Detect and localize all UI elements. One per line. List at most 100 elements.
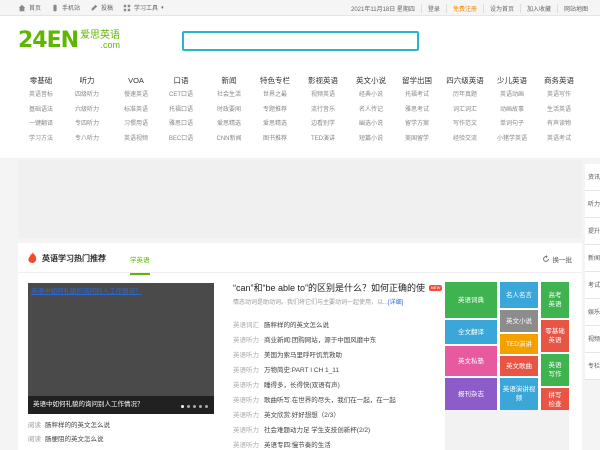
nav-link[interactable]: 美国留学 bbox=[394, 132, 440, 147]
hero-slider[interactable]: 英语中如何礼貌的询问别人工作情况？ 英语中如何礼貌的询问别人工作情况？ bbox=[28, 283, 214, 414]
side-float-item[interactable]: 考试 bbox=[585, 272, 600, 299]
list-item-title[interactable]: 英文欣赏:好好想想（2/3） bbox=[264, 412, 340, 419]
nav-link[interactable]: 世界之最 bbox=[252, 88, 298, 103]
slider-dot[interactable] bbox=[187, 405, 190, 408]
side-float-item[interactable]: 提升 bbox=[585, 218, 600, 245]
hero-image-alt[interactable]: 英语中如何礼貌的询问别人工作情况？ bbox=[31, 285, 211, 295]
nav-link[interactable]: 标准英语 bbox=[113, 103, 159, 118]
nav-link[interactable]: 生活英语 bbox=[536, 103, 582, 118]
nav-link[interactable]: 短篇小说 bbox=[348, 132, 394, 147]
tool-tile[interactable]: 报刊杂志 bbox=[445, 378, 497, 410]
list-item-title[interactable]: 歌曲听写:在世界的尽头，我们在一起，在一起 bbox=[264, 397, 396, 404]
list-item-title[interactable]: 肠秤样的的英文怎么说 bbox=[45, 422, 110, 429]
nav-link[interactable]: 英语音标 bbox=[18, 88, 64, 103]
add-favorite-link[interactable]: 加入收藏 bbox=[519, 4, 557, 13]
side-float-item[interactable]: 听力 bbox=[585, 191, 600, 218]
nav-link[interactable]: 专题推荐 bbox=[252, 103, 298, 118]
list-item[interactable]: 英语听力 英语专四:慢节奏的生活 bbox=[233, 438, 443, 450]
nav-heading[interactable]: 四六级英语 bbox=[442, 74, 488, 88]
nav-heading[interactable]: VOA bbox=[113, 74, 159, 88]
slider-dot[interactable] bbox=[205, 405, 208, 408]
list-item[interactable]: 英语听力 歌曲听写:在世界的尽头，我们在一起，在一起 bbox=[233, 393, 443, 408]
tool-tile[interactable]: 英文私塾 bbox=[445, 346, 497, 376]
list-item[interactable]: 英语听力 商业新闻:团购网站，源于中国风靡中东 bbox=[233, 333, 443, 348]
details-link[interactable]: [详细] bbox=[388, 300, 403, 306]
nav-link[interactable]: 爱思精选 bbox=[252, 117, 298, 132]
side-float-item[interactable]: 娱乐 bbox=[585, 299, 600, 326]
nav-heading[interactable]: 商务英语 bbox=[536, 74, 582, 88]
nav-link[interactable]: CNN新闻 bbox=[206, 132, 252, 147]
study-tools-menu[interactable]: 学习工具 ▾ bbox=[123, 3, 164, 12]
list-item-title[interactable]: 万物简史:PART I CH 1_11 bbox=[264, 367, 339, 374]
nav-link[interactable]: 边看别学 bbox=[300, 117, 346, 132]
tool-tile[interactable]: 高考 英语 bbox=[541, 282, 569, 318]
nav-link[interactable]: 时政要闻 bbox=[206, 103, 252, 118]
list-item-title[interactable]: 肠梗阻的英文怎么说 bbox=[45, 436, 104, 443]
tab-learn-english[interactable]: 学英语 bbox=[130, 254, 150, 275]
list-item-title[interactable]: 美国为索马里呼吁饥荒救助 bbox=[264, 352, 342, 359]
sitemap-link[interactable]: 网站地图 bbox=[556, 4, 594, 13]
nav-heading[interactable]: 英文小说 bbox=[348, 74, 394, 88]
nav-link[interactable]: 流行音乐 bbox=[300, 103, 346, 118]
nav-link[interactable]: 托福口语 bbox=[158, 103, 204, 118]
tool-tile[interactable]: 英语词典 bbox=[445, 282, 497, 318]
slider-dot[interactable] bbox=[199, 405, 202, 408]
nav-heading[interactable]: 新闻 bbox=[206, 74, 252, 88]
tool-tile[interactable]: TED演讲 bbox=[500, 334, 538, 354]
list-item-title[interactable]: 肠秤样的的英文怎么说 bbox=[264, 322, 329, 329]
nav-link[interactable]: CET口语 bbox=[158, 88, 204, 103]
nav-heading[interactable]: 零基础 bbox=[18, 74, 64, 88]
tool-tile[interactable]: 英语演讲视频 bbox=[500, 378, 538, 410]
list-item-title[interactable]: 英语专四:慢节奏的生活 bbox=[264, 442, 331, 449]
nav-link[interactable]: 留学方案 bbox=[394, 117, 440, 132]
nav-heading[interactable]: 少儿英语 bbox=[489, 74, 535, 88]
nav-heading[interactable]: 听力 bbox=[64, 74, 110, 88]
headline[interactable]: “can”和“be able to”的区别是什么？如何正确的使 NEW bbox=[233, 281, 443, 294]
nav-link[interactable]: 经典小说 bbox=[348, 88, 394, 103]
slider-dot[interactable] bbox=[181, 405, 184, 408]
nav-link[interactable]: 雅思口语 bbox=[158, 117, 204, 132]
register-link[interactable]: 免费注册 bbox=[445, 4, 483, 13]
nav-link[interactable]: 学习方法 bbox=[18, 132, 64, 147]
nav-link[interactable]: 专八听力 bbox=[64, 132, 110, 147]
headline-text[interactable]: “can”和“be able to”的区别是什么？如何正确的使 bbox=[233, 281, 425, 294]
nav-link[interactable]: 视频英语 bbox=[300, 88, 346, 103]
nav-link[interactable]: 英语视频 bbox=[113, 132, 159, 147]
mobile-site-link[interactable]: 手机站 bbox=[51, 3, 80, 12]
tool-tile[interactable]: 名人名言 bbox=[500, 282, 538, 308]
nav-link[interactable]: BEC口语 bbox=[158, 132, 204, 147]
nav-link[interactable]: 托福考试 bbox=[394, 88, 440, 103]
nav-link[interactable]: 单词句子 bbox=[489, 117, 535, 132]
nav-link[interactable]: 小猪学英语 bbox=[489, 132, 535, 147]
nav-link[interactable]: 名人传记 bbox=[348, 103, 394, 118]
nav-link[interactable]: 有声读物 bbox=[536, 117, 582, 132]
list-item-title[interactable]: 社会难题动力足 学生支技创新杯(2/2) bbox=[264, 427, 370, 434]
list-item[interactable]: 阅读 肠梗阻的英文怎么说 bbox=[28, 433, 214, 447]
submit-link[interactable]: 投稿 bbox=[90, 3, 113, 12]
list-item[interactable]: 英语听力 英文欣赏:好好想想（2/3） bbox=[233, 408, 443, 423]
list-item[interactable]: 英语听力 美国为索马里呼吁饥荒救助 bbox=[233, 348, 443, 363]
side-float-item[interactable]: 新闻 bbox=[585, 245, 600, 272]
tool-tile[interactable]: 全文翻译 bbox=[445, 320, 497, 344]
site-logo[interactable]: 24EN 爱思英语 .com bbox=[18, 28, 120, 53]
set-homepage-link[interactable]: 设为首页 bbox=[482, 4, 520, 13]
tool-tile[interactable]: 英文歌曲 bbox=[500, 356, 538, 376]
nav-link[interactable]: 英语写作 bbox=[536, 88, 582, 103]
nav-link[interactable]: 爱思精选 bbox=[206, 117, 252, 132]
login-link[interactable]: 登录 bbox=[420, 4, 446, 13]
nav-heading[interactable]: 特色专栏 bbox=[252, 74, 298, 88]
side-float-item[interactable]: 专栏 bbox=[585, 353, 600, 380]
tool-tile[interactable]: 零基础 英语 bbox=[541, 320, 569, 352]
nav-link[interactable]: 经验交流 bbox=[442, 132, 488, 147]
list-item[interactable]: 阅读 肠秤样的的英文怎么说 bbox=[28, 419, 214, 433]
nav-link[interactable]: 幽选小说 bbox=[348, 117, 394, 132]
tool-tile[interactable]: 英文小说 bbox=[500, 310, 538, 332]
tool-tile[interactable]: 拼写 检查 bbox=[541, 388, 569, 412]
list-item[interactable]: 英语听力 万物简史:PART I CH 1_11 bbox=[233, 363, 443, 378]
home-link[interactable]: 首页 bbox=[18, 3, 41, 12]
nav-heading[interactable]: 口语 bbox=[158, 74, 204, 88]
search-input[interactable] bbox=[182, 31, 419, 51]
list-item[interactable]: 英语词汇 肠秤样的的英文怎么说 bbox=[233, 318, 443, 333]
nav-link[interactable]: 词汇词汇 bbox=[442, 103, 488, 118]
side-float-item[interactable]: 视频 bbox=[585, 326, 600, 353]
